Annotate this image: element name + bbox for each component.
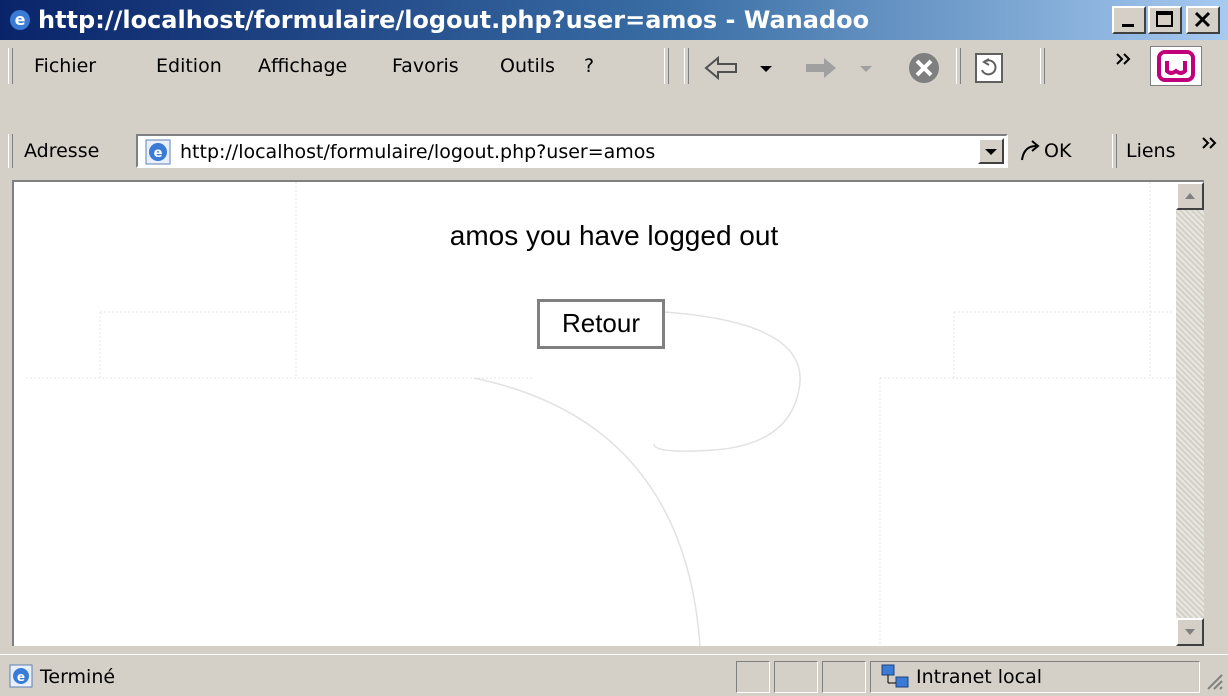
svg-text:e: e — [17, 670, 25, 684]
wanadoo-logo-icon — [1157, 50, 1195, 82]
address-input[interactable]: e http://localhost/formulaire/logout.php… — [136, 134, 1008, 168]
network-icon — [881, 664, 909, 688]
title-bar[interactable]: e http://localhost/formulaire/logout.php… — [0, 0, 1228, 40]
stop-icon[interactable] — [904, 50, 944, 86]
menu-fichier[interactable]: Fichier — [34, 44, 96, 88]
scroll-up-button[interactable] — [1176, 182, 1204, 210]
status-pane-1 — [736, 661, 770, 693]
go-button[interactable]: OK — [1044, 136, 1071, 166]
minimize-button[interactable] — [1112, 6, 1146, 34]
toolbar-separator — [956, 48, 961, 84]
logout-message: amos you have logged out — [449, 220, 779, 251]
close-icon — [1194, 11, 1211, 28]
address-dropdown-button[interactable] — [978, 138, 1004, 164]
maximize-icon — [1156, 11, 1173, 27]
address-url: http://localhost/formulaire/logout.php?u… — [180, 141, 656, 163]
close-button[interactable] — [1186, 6, 1220, 34]
refresh-icon[interactable] — [970, 50, 1010, 86]
resize-grip-icon[interactable] — [1204, 671, 1224, 691]
address-grip[interactable] — [8, 134, 13, 168]
links-button[interactable]: Liens — [1126, 136, 1176, 166]
menu-favoris[interactable]: Favoris — [392, 44, 459, 88]
links-chevron-icon[interactable] — [1200, 134, 1220, 154]
svg-text:e: e — [154, 146, 163, 161]
go-icon[interactable] — [1018, 138, 1044, 164]
address-label: Adresse — [24, 140, 100, 162]
toolbar-grip-2[interactable] — [684, 48, 689, 84]
links-grip[interactable] — [1112, 134, 1117, 168]
scroll-down-button[interactable] — [1176, 618, 1204, 646]
done-page-icon: e — [9, 664, 33, 688]
status-text: Terminé — [40, 666, 116, 688]
ie-icon: e — [10, 10, 30, 30]
chevron-down-icon — [985, 149, 997, 155]
arrow-down-icon — [1185, 629, 1195, 635]
menu-outils[interactable]: Outils — [500, 44, 555, 88]
window-title: http://localhost/formulaire/logout.php?u… — [38, 6, 870, 34]
status-bar: e Terminé Intranet local — [0, 654, 1228, 696]
page-viewport: amos you have logged out Retour — [12, 180, 1204, 646]
menubar-grip[interactable] — [8, 48, 13, 84]
forward-icon[interactable] — [802, 52, 886, 84]
toolbar-separator-2 — [1040, 48, 1045, 84]
maximize-button[interactable] — [1148, 6, 1182, 34]
status-pane-3 — [822, 661, 866, 693]
arrow-up-icon — [1185, 193, 1195, 199]
retour-button[interactable]: Retour — [537, 299, 665, 349]
security-zone: Intranet local — [916, 666, 1043, 688]
toolbar-chevron-icon[interactable] — [1114, 50, 1134, 70]
page-icon: e — [145, 139, 171, 165]
wanadoo-logo[interactable] — [1150, 46, 1202, 86]
menu-affichage[interactable]: Affichage — [258, 44, 347, 88]
vertical-scrollbar[interactable] — [1176, 182, 1204, 646]
minimize-icon — [1122, 24, 1134, 27]
back-icon[interactable] — [700, 52, 784, 84]
menu-help[interactable]: ? — [584, 44, 594, 88]
svg-text:e: e — [15, 10, 26, 29]
menu-edition[interactable]: Edition — [156, 44, 222, 88]
toolbar-grip[interactable] — [664, 48, 669, 84]
status-pane-2 — [774, 661, 818, 693]
